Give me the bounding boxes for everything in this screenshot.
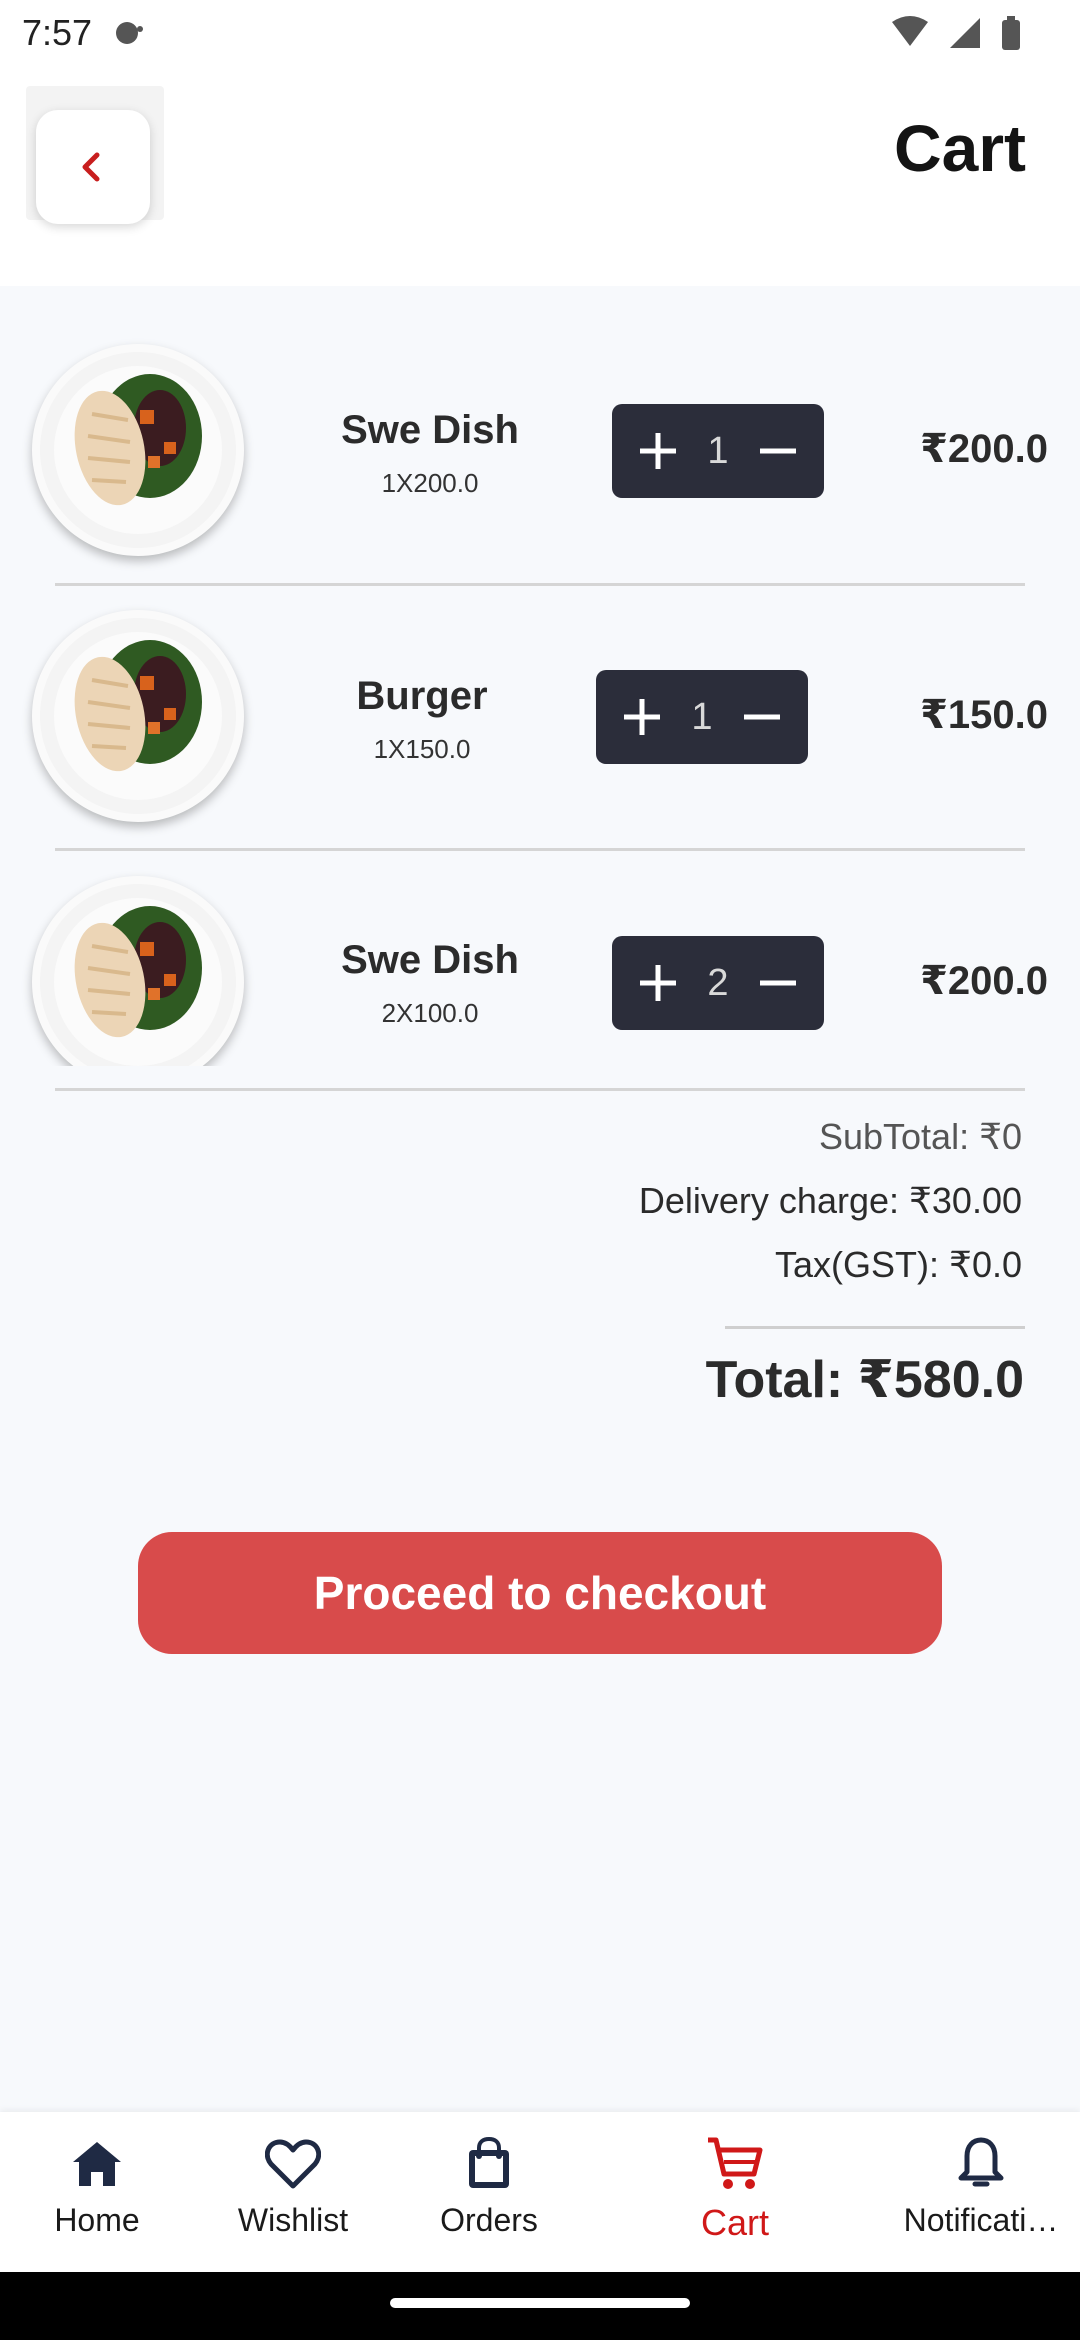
nav-item-home[interactable]: Home (2, 2132, 192, 2262)
proceed-to-checkout-button[interactable]: Proceed to checkout (138, 1532, 942, 1654)
nav-label: Wishlist (237, 2202, 349, 2238)
cart-item: Swe Dish 2X100.0 2 ₹200.0 (0, 858, 1080, 1066)
item-unit-detail: 2X100.0 (381, 998, 479, 1028)
nav-label: Notificati… (903, 2202, 1059, 2238)
back-button-wrapper (26, 86, 164, 224)
system-status-icons (892, 16, 1020, 50)
minus-icon (759, 980, 796, 986)
nav-label: Cart (700, 2202, 769, 2243)
quantity-stepper: 1 (612, 404, 824, 498)
increase-button[interactable] (618, 693, 666, 741)
dish-image (32, 344, 244, 556)
nav-label: Orders (440, 2202, 538, 2238)
bell-icon (958, 2137, 1004, 2187)
decrease-button[interactable] (738, 693, 786, 741)
item-name: Burger (356, 674, 488, 718)
back-button[interactable] (36, 110, 150, 224)
bottom-navigation: Home Wishlist Orders Cart Notificati… (0, 2112, 1080, 2272)
minus-icon (759, 448, 796, 454)
nav-item-orders[interactable]: Orders (394, 2132, 584, 2262)
tax-text: Tax(GST): ₹0.0 (775, 1244, 1022, 1285)
increase-button[interactable] (634, 427, 682, 475)
item-price: ₹200.0 (920, 959, 1048, 1003)
sync-icon (116, 22, 143, 44)
item-divider (55, 583, 1025, 586)
plus-icon (640, 965, 676, 1001)
status-time: 7:57 (22, 12, 93, 53)
signal-icon (950, 18, 980, 48)
app-header: Cart (0, 66, 1080, 286)
item-price: ₹200.0 (920, 427, 1048, 471)
cart-icon (708, 2137, 763, 2189)
battery-icon (1002, 20, 1020, 50)
home-gesture-handle[interactable] (390, 2298, 690, 2308)
nav-label: Home (54, 2202, 140, 2238)
item-unit-detail: 1X200.0 (381, 468, 479, 498)
page-title: Cart (893, 111, 1026, 185)
nav-item-cart[interactable]: Cart (640, 2132, 830, 2262)
item-price: ₹150.0 (920, 693, 1048, 737)
shopping-bag-icon (469, 2136, 509, 2188)
item-divider (55, 848, 1025, 851)
status-bar: 7:57 (0, 0, 1080, 66)
wifi-icon (892, 16, 928, 46)
dish-image (32, 610, 244, 822)
nav-item-wishlist[interactable]: Wishlist (198, 2132, 388, 2262)
quantity-value: 2 (707, 961, 729, 1004)
home-icon (73, 2142, 121, 2186)
item-divider (55, 1088, 1025, 1091)
increase-button[interactable] (634, 959, 682, 1007)
item-unit-detail: 1X150.0 (373, 734, 471, 764)
chevron-left-icon (82, 152, 100, 182)
quantity-stepper: 1 (596, 670, 808, 764)
total-text: Total: ₹580.0 (705, 1351, 1024, 1409)
delivery-charge-text: Delivery charge: ₹30.00 (638, 1180, 1022, 1221)
subtotal-text: SubTotal: ₹0 (818, 1116, 1022, 1157)
item-name: Swe Dish (341, 938, 519, 982)
decrease-button[interactable] (754, 427, 802, 475)
plus-icon (624, 699, 660, 735)
heart-icon (265, 2139, 321, 2189)
cart-item: Swe Dish 1X200.0 1 ₹200.0 (0, 326, 1080, 592)
cart-item: Burger 1X150.0 1 ₹150.0 (0, 592, 1080, 858)
quantity-value: 1 (707, 429, 729, 472)
summary-divider (725, 1326, 1025, 1329)
minus-icon (743, 714, 780, 720)
quantity-value: 1 (691, 695, 713, 738)
dish-image (32, 876, 244, 1066)
quantity-stepper: 2 (612, 936, 824, 1030)
decrease-button[interactable] (754, 959, 802, 1007)
item-name: Swe Dish (341, 408, 519, 452)
nav-item-notifications[interactable]: Notificati… (886, 2132, 1076, 2262)
plus-icon (640, 433, 676, 469)
system-gesture-bar (0, 2272, 1080, 2340)
